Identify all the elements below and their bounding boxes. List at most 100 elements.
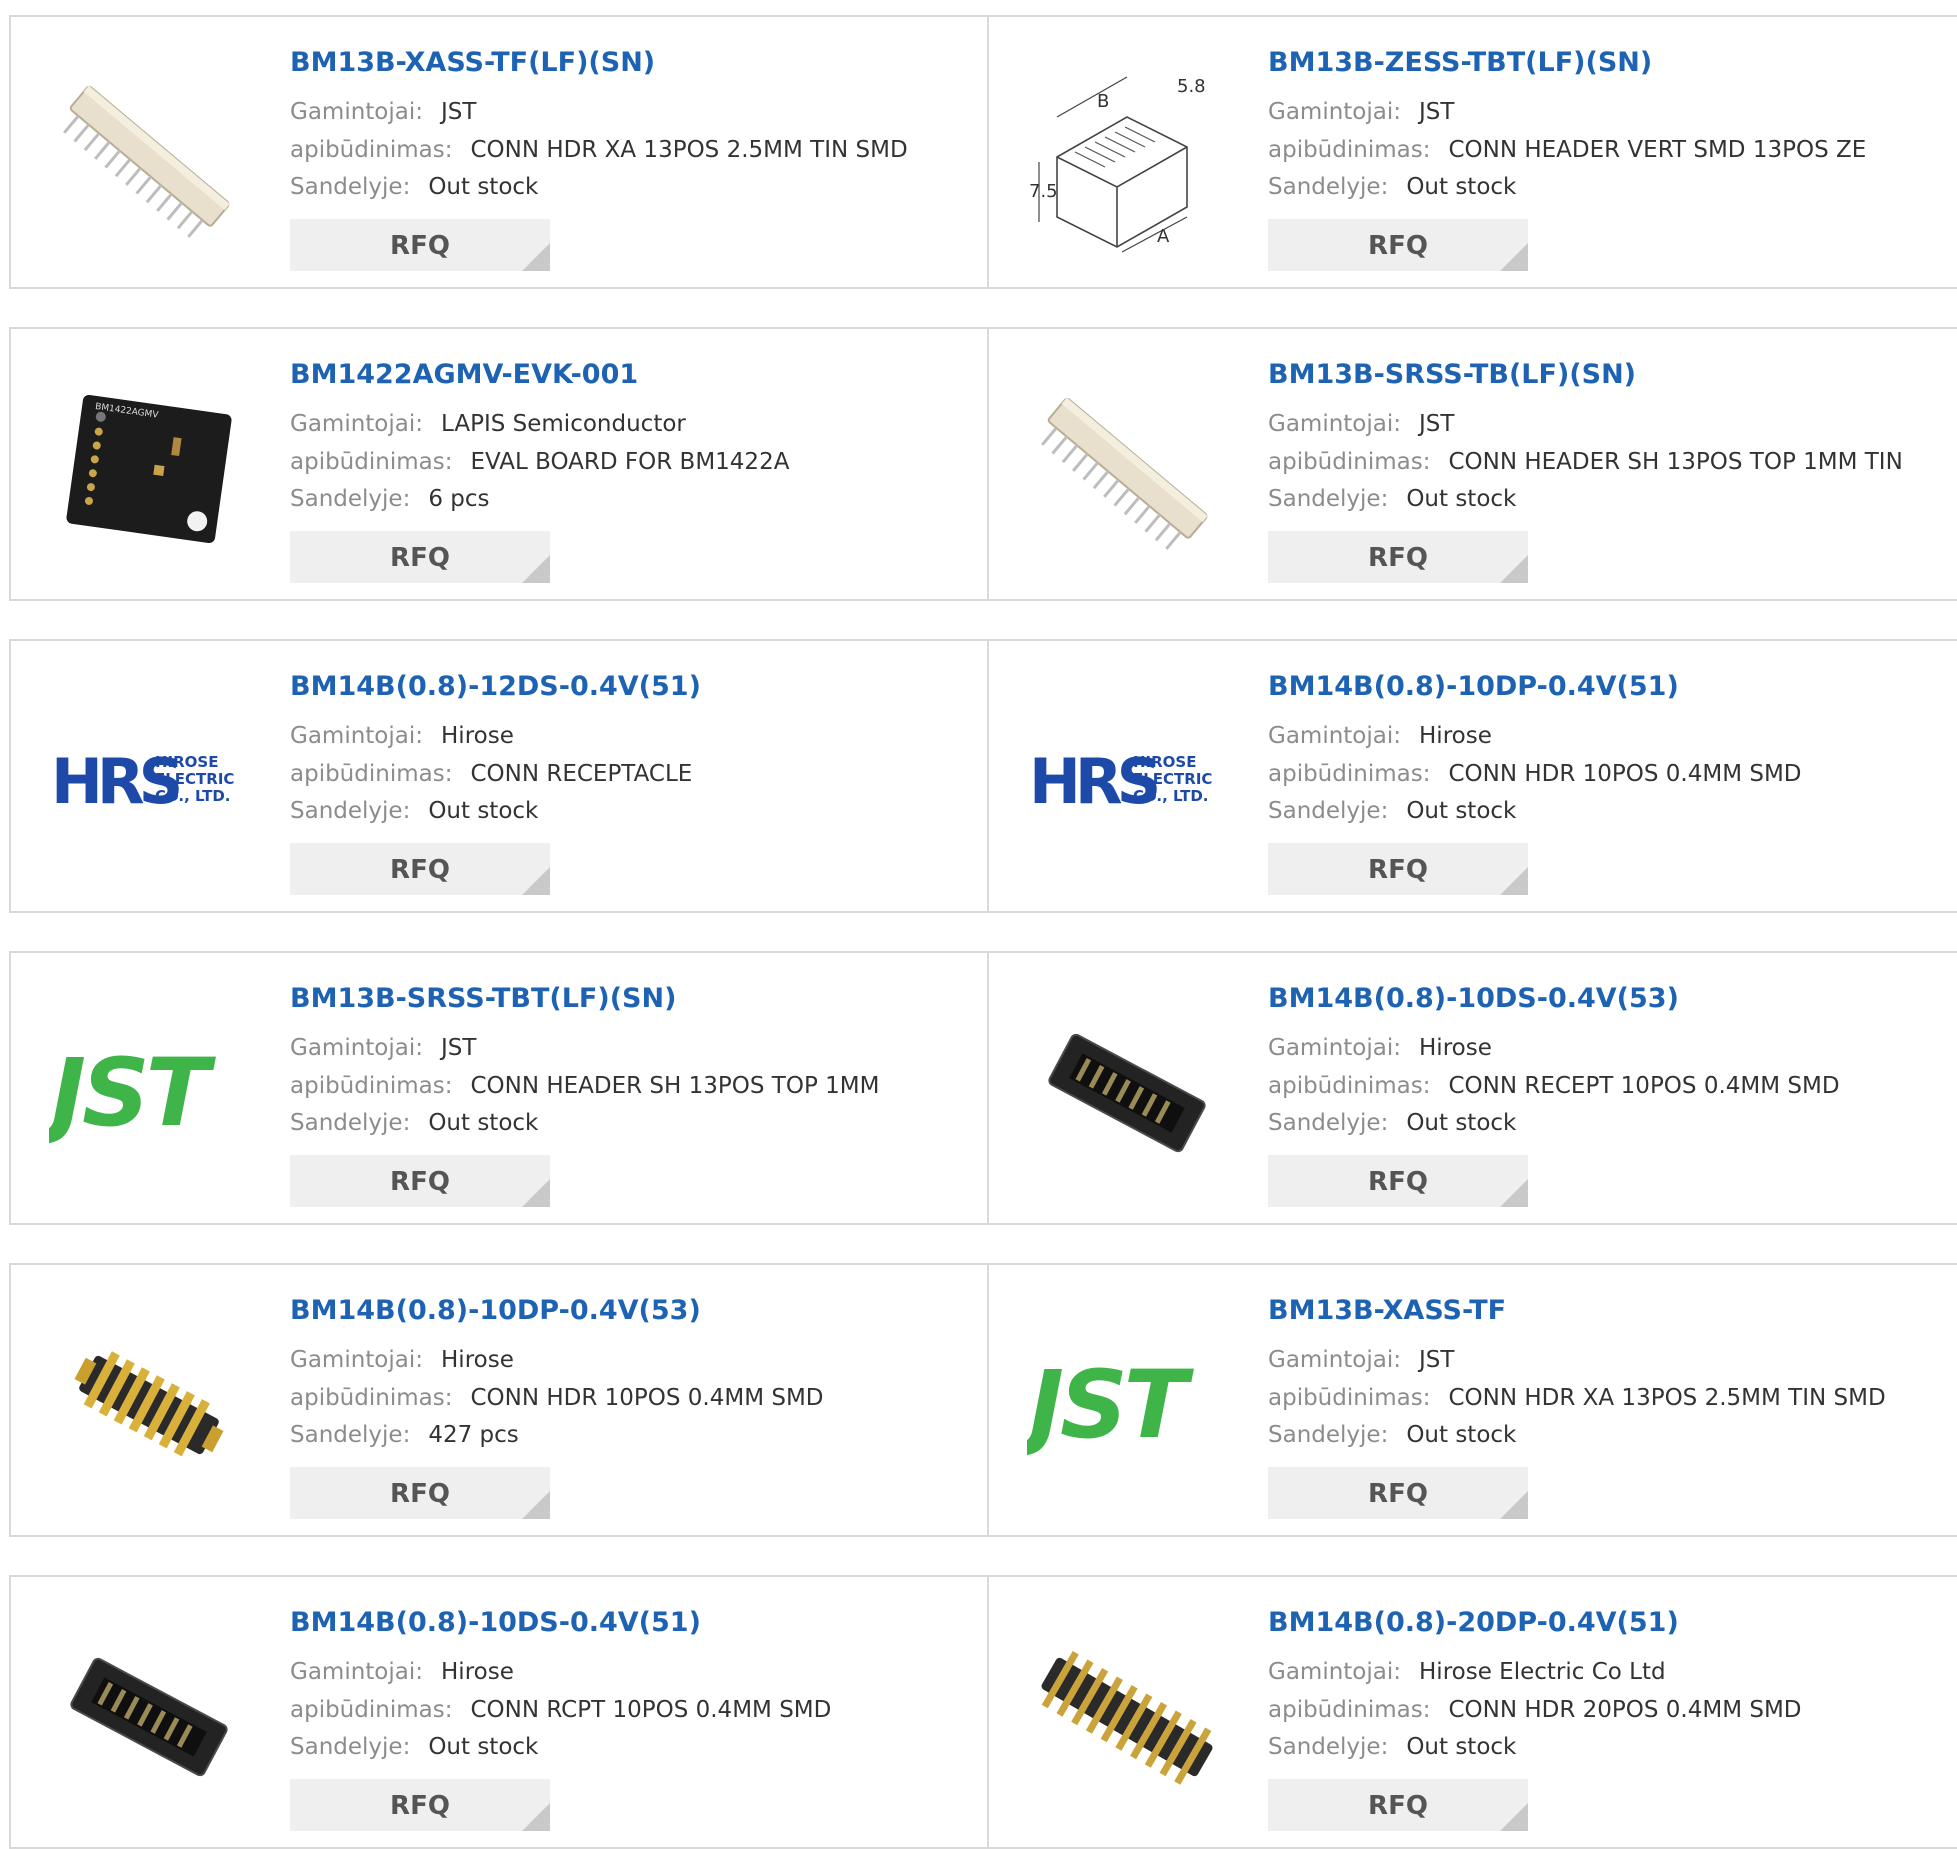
description-value: CONN HDR 20POS 0.4MM SMD (1448, 1697, 1802, 1723)
description-label: apibūdinimas: (1268, 1385, 1431, 1411)
product-image[interactable]: B 5.8 7.5 A (1027, 57, 1227, 257)
svg-text:JST: JST (1027, 1351, 1195, 1460)
stock-value: 427 pcs (428, 1422, 519, 1448)
stock-value: Out stock (1406, 1110, 1517, 1136)
product-card: BM13B-SRSS-TB(LF)(SN) Gamintojai: JST apibū… (989, 329, 1957, 599)
rfq-button[interactable]: RFQ (1268, 219, 1528, 271)
product-image[interactable]: JST (49, 993, 249, 1193)
rfq-button[interactable]: RFQ (1268, 1467, 1528, 1519)
product-image[interactable] (49, 1305, 249, 1505)
product-image[interactable] (49, 57, 249, 257)
stock-value: Out stock (1406, 174, 1517, 200)
rfq-button[interactable]: RFQ (290, 219, 550, 271)
product-title-link[interactable]: BM1422AGMV-EVK-001 (290, 359, 638, 390)
product-title-link[interactable]: BM14B(0.8)-10DP-0.4V(53) (290, 1295, 701, 1326)
product-card: BM14B(0.8)-10DS-0.4V(51) Gamintojai: Hiros… (11, 1577, 989, 1847)
stock-value: Out stock (1406, 1422, 1517, 1448)
rfq-corner-icon (1500, 1803, 1528, 1831)
product-title-link[interactable]: BM14B(0.8)-10DS-0.4V(51) (290, 1607, 701, 1638)
product-title-link[interactable]: BM14B(0.8)-20DP-0.4V(51) (1268, 1607, 1679, 1638)
stock-value: Out stock (428, 174, 539, 200)
product-image[interactable] (1027, 369, 1227, 569)
product-image[interactable]: BM1422AGMV (49, 369, 249, 569)
stock-value: 6 pcs (428, 486, 490, 512)
description-value: CONN HDR XA 13POS 2.5MM TIN SMD (470, 137, 908, 163)
product-image[interactable]: HRS HIROSE ELECTRIC CO., LTD. (49, 681, 249, 881)
stock-label: Sandelyje: (1268, 798, 1389, 824)
stock-label: Sandelyje: (1268, 486, 1389, 512)
manufacturer-label: Gamintojai: (1268, 723, 1402, 749)
description-value: CONN HDR 10POS 0.4MM SMD (1448, 761, 1802, 787)
svg-text:ELECTRIC: ELECTRIC (155, 770, 234, 788)
rfq-button[interactable]: RFQ (290, 1467, 550, 1519)
manufacturer-row: Gamintojai: JST (1268, 411, 1454, 437)
rfq-button[interactable]: RFQ (1268, 843, 1528, 895)
manufacturer-row: Gamintojai: Hirose (290, 1347, 514, 1373)
product-title-link[interactable]: BM13B-ZESS-TBT(LF)(SN) (1268, 47, 1652, 78)
rfq-corner-icon (522, 555, 550, 583)
svg-text:CO., LTD.: CO., LTD. (155, 787, 231, 805)
stock-row: Sandelyje: Out stock (1268, 1110, 1516, 1136)
description-value: CONN RECEPTACLE (470, 761, 693, 787)
rfq-button[interactable]: RFQ (1268, 1779, 1528, 1831)
rfq-label: RFQ (390, 1479, 450, 1509)
svg-text:HIROSE: HIROSE (155, 753, 219, 771)
description-value: EVAL BOARD FOR BM1422A (470, 449, 790, 475)
product-title-link[interactable]: BM13B-XASS-TF (1268, 1295, 1506, 1326)
rfq-button[interactable]: RFQ (1268, 531, 1528, 583)
rfq-button[interactable]: RFQ (290, 1779, 550, 1831)
product-card: HRS HIROSE ELECTRIC CO., LTD. BM14B(0.8)-12D… (11, 641, 989, 911)
rfq-button[interactable]: RFQ (290, 531, 550, 583)
rfq-label: RFQ (1368, 1479, 1428, 1509)
product-title-link[interactable]: BM14B(0.8)-10DS-0.4V(53) (1268, 983, 1679, 1014)
manufacturer-value: Hirose (441, 723, 514, 749)
description-row: apibūdinimas: CONN HEADER SH 13POS TOP 1M… (1268, 449, 1903, 475)
svg-text:ELECTRIC: ELECTRIC (1133, 770, 1212, 788)
manufacturer-label: Gamintojai: (1268, 1347, 1402, 1373)
description-value: CONN RECEPT 10POS 0.4MM SMD (1448, 1073, 1840, 1099)
rfq-button[interactable]: RFQ (290, 1155, 550, 1207)
stock-row: Sandelyje: Out stock (1268, 1422, 1516, 1448)
rfq-corner-icon (1500, 555, 1528, 583)
product-card: JST BM13B-XASS-TF Gamintojai: JST apibūdinim… (989, 1265, 1957, 1535)
stock-label: Sandelyje: (290, 1734, 411, 1760)
stock-label: Sandelyje: (290, 1110, 411, 1136)
description-row: apibūdinimas: CONN HDR XA 13POS 2.5MM TIN… (290, 137, 908, 163)
description-row: apibūdinimas: CONN HEADER VERT SMD 13POS … (1268, 137, 1866, 163)
rfq-label: RFQ (1368, 543, 1428, 573)
description-label: apibūdinimas: (1268, 449, 1431, 475)
rfq-label: RFQ (1368, 855, 1428, 885)
manufacturer-value: Hirose Electric Co Ltd (1419, 1659, 1666, 1685)
product-image[interactable] (49, 1617, 249, 1817)
product-image[interactable]: HRS HIROSE ELECTRIC CO., LTD. (1027, 681, 1227, 881)
product-title-link[interactable]: BM13B-SRSS-TBT(LF)(SN) (290, 983, 676, 1014)
rfq-button[interactable]: RFQ (290, 843, 550, 895)
product-title-link[interactable]: BM13B-SRSS-TB(LF)(SN) (1268, 359, 1636, 390)
product-title-link[interactable]: BM13B-XASS-TF(LF)(SN) (290, 47, 655, 78)
rfq-label: RFQ (1368, 1791, 1428, 1821)
stock-label: Sandelyje: (1268, 1110, 1389, 1136)
product-title-link[interactable]: BM14B(0.8)-12DS-0.4V(51) (290, 671, 701, 702)
manufacturer-value: JST (441, 99, 477, 125)
rfq-corner-icon (1500, 1491, 1528, 1519)
manufacturer-label: Gamintojai: (290, 1659, 424, 1685)
product-image[interactable] (1027, 993, 1227, 1193)
description-label: apibūdinimas: (290, 137, 453, 163)
description-row: apibūdinimas: CONN HDR 20POS 0.4MM SMD (1268, 1697, 1802, 1723)
stock-value: Out stock (428, 1734, 539, 1760)
stock-label: Sandelyje: (1268, 1734, 1389, 1760)
stock-row: Sandelyje: Out stock (1268, 174, 1516, 200)
description-value: CONN HEADER SH 13POS TOP 1MM (470, 1073, 880, 1099)
rfq-label: RFQ (390, 1791, 450, 1821)
manufacturer-row: Gamintojai: Hirose (290, 1659, 514, 1685)
rfq-button[interactable]: RFQ (1268, 1155, 1528, 1207)
rfq-corner-icon (1500, 1179, 1528, 1207)
product-card: JST BM13B-SRSS-TBT(LF)(SN) Gamintojai: JST a… (11, 953, 989, 1223)
product-title-link[interactable]: BM14B(0.8)-10DP-0.4V(51) (1268, 671, 1679, 702)
product-row: BM14B(0.8)-10DS-0.4V(51) Gamintojai: Hiros… (9, 1575, 1957, 1849)
stock-row: Sandelyje: Out stock (290, 174, 538, 200)
product-grid: BM13B-XASS-TF(LF)(SN) Gamintojai: JST apibū… (0, 0, 1957, 1849)
product-image[interactable] (1027, 1617, 1227, 1817)
description-label: apibūdinimas: (1268, 1073, 1431, 1099)
product-image[interactable]: JST (1027, 1305, 1227, 1505)
